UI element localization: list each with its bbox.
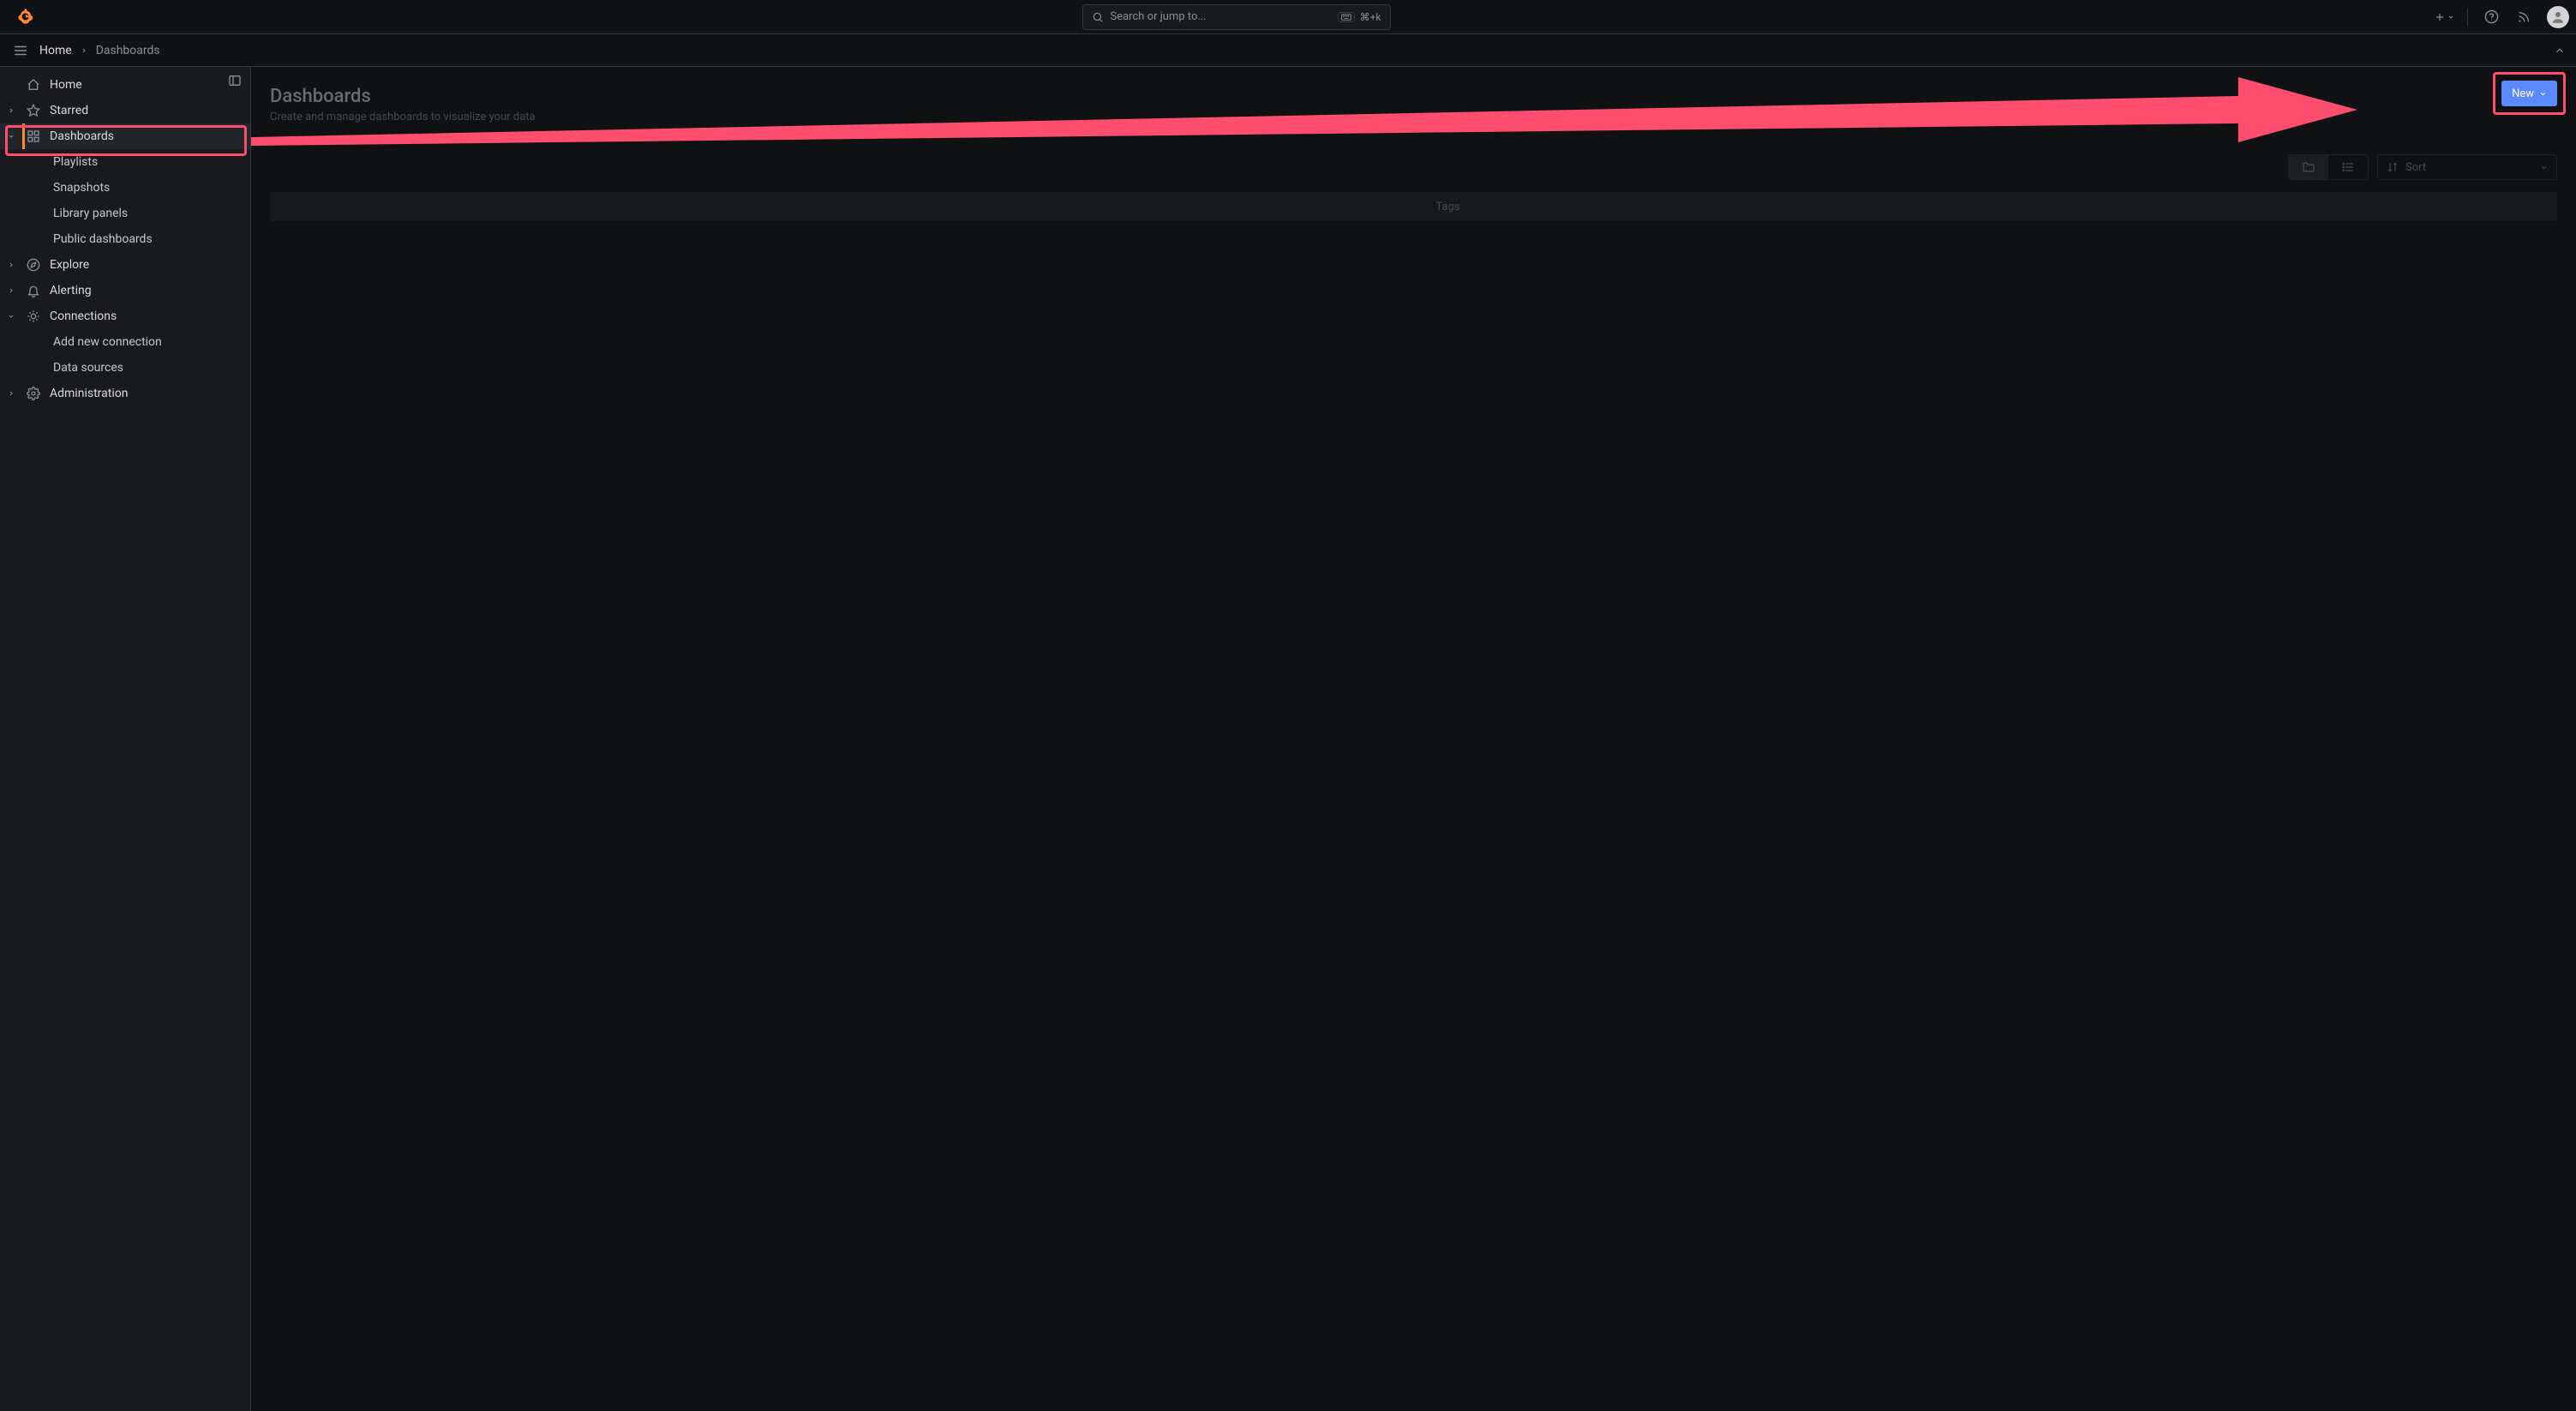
- chevron-right-icon: [5, 390, 17, 397]
- dashboard-icon: [24, 129, 43, 143]
- new-dashboard-button[interactable]: New: [2501, 81, 2557, 106]
- chevron-down-icon: [5, 133, 17, 140]
- list-header-row: Tags: [270, 192, 2557, 221]
- view-mode-toggle: [2288, 154, 2369, 180]
- help-button[interactable]: [2477, 4, 2506, 30]
- view-list-button[interactable]: [2328, 155, 2368, 179]
- nav-alerting[interactable]: Alerting: [0, 278, 250, 303]
- help-icon: [2484, 9, 2499, 24]
- plug-icon: [24, 309, 43, 323]
- chevron-down-icon: [2447, 14, 2454, 21]
- bell-icon: [24, 284, 43, 297]
- chevron-right-icon: [5, 261, 17, 268]
- main-content: New Dashboards Create and manage dashboa…: [251, 67, 2576, 1411]
- keyboard-frame-icon: [1338, 12, 1355, 22]
- topbar-divider: [2467, 8, 2468, 27]
- dashboard-toolbar: Sort: [270, 154, 2557, 180]
- add-menu-button[interactable]: [2429, 4, 2459, 30]
- sort-select[interactable]: Sort: [2377, 154, 2557, 180]
- nav-alerting-label: Alerting: [50, 284, 92, 297]
- search-placeholder: Search or jump to...: [1111, 10, 1207, 23]
- chevron-down-icon: [2540, 164, 2548, 171]
- menu-toggle-button[interactable]: [10, 40, 31, 61]
- breadcrumb-current: Dashboards: [96, 44, 160, 57]
- user-avatar[interactable]: [2547, 6, 2569, 28]
- sort-icon: [2387, 161, 2399, 173]
- nav-dashboards[interactable]: Dashboards: [0, 123, 250, 149]
- view-folders-button[interactable]: [2289, 155, 2328, 179]
- chevron-up-icon: [2554, 45, 2566, 57]
- nav-home[interactable]: Home: [0, 72, 250, 98]
- folder-icon: [2302, 160, 2315, 174]
- nav-administration-label: Administration: [50, 387, 128, 400]
- global-search[interactable]: Search or jump to... ⌘+k: [1082, 4, 1391, 30]
- page-title: Dashboards: [270, 86, 2557, 107]
- nav-data-sources[interactable]: Data sources: [0, 355, 250, 381]
- nav-library-panels[interactable]: Library panels: [0, 201, 250, 226]
- nav-connections[interactable]: Connections: [0, 303, 250, 329]
- nav-add-connection[interactable]: Add new connection: [0, 329, 250, 355]
- nav-dashboards-label: Dashboards: [50, 129, 114, 143]
- annotation-dim-overlay: [251, 67, 2576, 1411]
- page-subtitle: Create and manage dashboards to visualiz…: [270, 111, 2557, 123]
- breadcrumb-separator-icon: [81, 47, 87, 54]
- home-icon: [24, 78, 43, 92]
- nav-administration[interactable]: Administration: [0, 381, 250, 406]
- topbar: Search or jump to... ⌘+k: [0, 0, 2576, 34]
- star-icon: [24, 104, 43, 117]
- chevron-down-icon: [5, 313, 17, 320]
- user-icon: [2550, 9, 2566, 25]
- nav-starred-label: Starred: [50, 104, 88, 117]
- chevron-down-icon: [2539, 90, 2547, 98]
- list-icon: [2341, 160, 2355, 174]
- hamburger-icon: [13, 43, 28, 58]
- nav-starred[interactable]: Starred: [0, 98, 250, 123]
- breadcrumb-home[interactable]: Home: [39, 44, 72, 57]
- search-kbd-hint: ⌘+k: [1338, 11, 1381, 23]
- nav-home-label: Home: [50, 78, 82, 92]
- kiosk-toggle-button[interactable]: [2554, 45, 2566, 57]
- column-tags: Tags: [1435, 201, 1459, 213]
- news-button[interactable]: [2509, 4, 2538, 30]
- gear-icon: [24, 387, 43, 400]
- nav-snapshots[interactable]: Snapshots: [0, 175, 250, 201]
- nav-playlists[interactable]: Playlists: [0, 149, 250, 175]
- nav-public-dashboards[interactable]: Public dashboards: [0, 226, 250, 252]
- plus-icon: [2434, 11, 2446, 23]
- nav-explore[interactable]: Explore: [0, 252, 250, 278]
- chevron-right-icon: [5, 107, 17, 114]
- chevron-right-icon: [5, 287, 17, 294]
- breadcrumb-bar: Home Dashboards: [0, 34, 2576, 67]
- nav-connections-label: Connections: [50, 309, 117, 323]
- nav-explore-label: Explore: [50, 258, 89, 272]
- rss-icon: [2517, 10, 2531, 24]
- compass-icon: [24, 258, 43, 272]
- sidebar: Home Starred Dashboards Playlists Snapsh…: [0, 67, 251, 1411]
- search-icon: [1092, 11, 1104, 23]
- grafana-logo-icon[interactable]: [14, 6, 36, 28]
